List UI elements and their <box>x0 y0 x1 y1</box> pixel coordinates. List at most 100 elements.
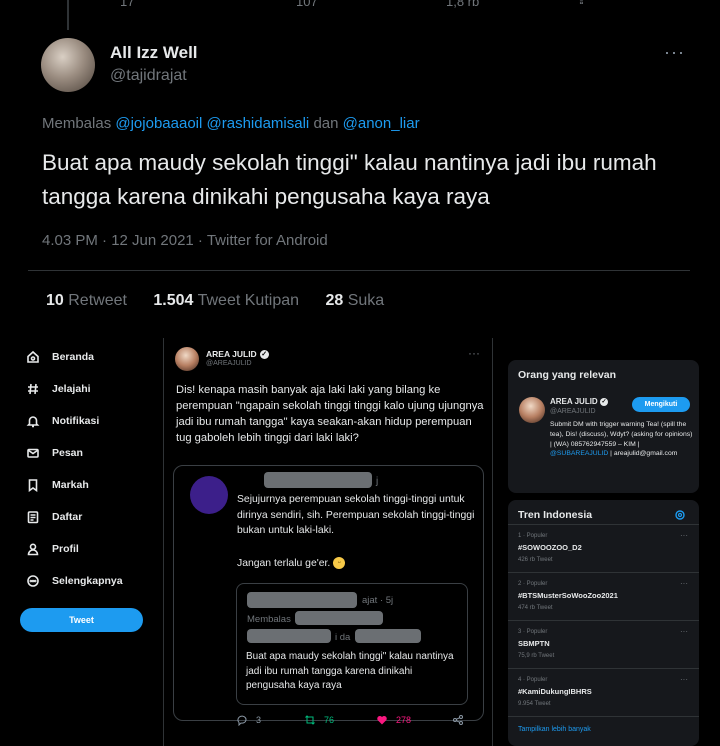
author-handle[interactable]: @AREAJULID <box>206 360 252 367</box>
bookmark-icon <box>26 478 40 493</box>
like-count[interactable]: 1,8 rb <box>446 0 479 9</box>
trend-item[interactable]: 1 · Populer #SOWOOZOO_D2 426 rb Tweet ··… <box>508 524 699 572</box>
sidebar-item-markah[interactable]: Markah <box>26 475 89 495</box>
replying-prefix: Membalas <box>247 614 291 625</box>
tweet-button[interactable]: Tweet <box>20 608 143 632</box>
trend-count: 9.954 Tweet <box>518 701 551 707</box>
panel-title: Tren Indonesia <box>518 509 593 521</box>
quoted-tweet-text-2: Jangan terlalu ge'er. ᵕ <box>237 557 346 569</box>
list-icon <box>26 510 40 524</box>
account-handle[interactable]: @AREAJULID <box>550 408 596 415</box>
replying-prefix: Membalas <box>42 115 112 132</box>
replying-joiner: dan <box>313 115 339 132</box>
previous-tweet-actions: 17 107 1,8 rb ⇪ <box>0 0 720 12</box>
share-icon[interactable]: ⇪ <box>576 0 587 8</box>
trend-meta: 2 · Populer <box>518 581 548 587</box>
trend-meta: 4 · Populer <box>518 677 548 683</box>
sidebar-item-daftar[interactable]: Daftar <box>26 507 82 527</box>
verified-icon: ✓ <box>599 397 608 406</box>
trend-name: SBMPTN <box>518 639 550 648</box>
quoted-tweet[interactable]: j Sejujurnya perempuan sekolah tinggi-ti… <box>173 465 484 721</box>
sidebar-item-label: Beranda <box>52 351 95 363</box>
sidebar-item-label: Selengkapnya <box>52 575 123 587</box>
sidebar-item-beranda[interactable]: Beranda <box>26 347 94 367</box>
relevant-people-panel: Orang yang relevan AREA JULID ✓ @AREAJUL… <box>508 360 699 493</box>
reply-icon <box>237 715 247 726</box>
reply-action[interactable]: 3 <box>236 714 261 726</box>
redacted-mention <box>355 629 421 643</box>
author-name[interactable]: All Izz Well <box>110 43 198 63</box>
main-column: AREA JULID ✓ @AREAJULID ··· Dis! kenapa m… <box>163 338 493 746</box>
retweet-count[interactable]: 107 <box>296 0 318 9</box>
replying-to: Membalas @jojobaaaoil @rashidamisali dan… <box>42 115 420 132</box>
sidebar-item-profil[interactable]: Profil <box>26 539 79 559</box>
quoted-tweet-text: Sejujurnya perempuan sekolah tinggi-ting… <box>237 494 475 536</box>
show-more-link[interactable]: Tampilkan lebih banyak <box>508 716 699 746</box>
tweet-text: Buat apa maudy sekolah tinggi" kalau nan… <box>42 150 657 209</box>
mention-link[interactable]: @rashidamisali <box>207 115 310 132</box>
redacted-name <box>247 592 357 608</box>
avatar[interactable] <box>190 476 228 514</box>
more-circle-icon <box>26 574 40 588</box>
tweet-timestamp[interactable]: 4.03 PM · 12 Jun 2021 · Twitter for Andr… <box>42 232 328 249</box>
bell-icon <box>26 414 40 428</box>
sidebar-item-pesan[interactable]: Pesan <box>26 443 83 463</box>
mention-link[interactable]: @jojobaaaoil <box>115 115 202 132</box>
following-button[interactable]: Mengikuti <box>632 397 690 412</box>
more-options-icon[interactable]: ··· <box>680 627 688 636</box>
hashtag-icon <box>26 382 40 396</box>
mention-link[interactable]: @anon_liar <box>343 115 420 132</box>
trend-item[interactable]: 3 · Populer SBMPTN 75,9 rb Tweet ··· <box>508 620 699 668</box>
sidebar-item-jelajahi[interactable]: Jelajahi <box>26 379 91 399</box>
verified-icon: ✓ <box>259 350 269 360</box>
sidebar-item-notifikasi[interactable]: Notifikasi <box>26 411 99 431</box>
retweet-action[interactable]: 76 <box>304 714 334 726</box>
nested-quoted-tweet[interactable]: ajat · 5j Membalas i da Buat apa maudy s… <box>236 583 468 705</box>
retweet-icon <box>305 715 315 725</box>
avatar[interactable] <box>519 397 545 423</box>
author-handle[interactable]: @tajidrajat <box>110 67 187 85</box>
more-options-icon[interactable]: ··· <box>468 346 480 360</box>
more-options-icon[interactable]: ··· <box>680 579 688 588</box>
nested-tweet-time: ajat · 5j <box>362 595 394 606</box>
trend-name: #KamiDukungIBHRS <box>518 687 592 696</box>
account-name[interactable]: AREA JULID ✓ <box>550 397 608 406</box>
grin-emoji-icon: ᵕ <box>333 557 346 569</box>
heart-icon <box>377 715 387 725</box>
like-stat[interactable]: 28 Suka <box>325 292 384 309</box>
trend-name: #SOWOOZOO_D2 <box>518 543 582 552</box>
sidebar-item-label: Markah <box>52 479 89 491</box>
trend-item[interactable]: 2 · Populer #BTSMusterSoWooZoo2021 474 r… <box>508 572 699 620</box>
gear-icon[interactable] <box>674 509 686 521</box>
sidebar-item-label: Daftar <box>52 511 83 523</box>
more-options-icon[interactable]: ··· <box>680 675 688 684</box>
more-options-icon[interactable]: ··· <box>680 531 688 540</box>
retweet-stat[interactable]: 10 Retweet <box>46 292 127 309</box>
embedded-screenshot: Beranda Jelajahi Notifikasi Pesan Markah… <box>0 338 720 746</box>
sidebar-item-selengkapnya[interactable]: Selengkapnya <box>26 571 123 591</box>
trend-count: 474 rb Tweet <box>518 605 553 611</box>
home-icon <box>26 350 40 364</box>
sidebar-item-label: Jelajahi <box>52 383 91 395</box>
sidebar-item-label: Pesan <box>52 447 83 459</box>
nested-tweet-text: Buat apa maudy sekolah tinggi" kalau nan… <box>246 651 454 691</box>
trend-name: #BTSMusterSoWooZoo2021 <box>518 591 618 600</box>
account-bio: Submit DM with trigger warning Tea! (spi… <box>550 421 693 458</box>
redacted-name <box>264 472 372 488</box>
bio-link[interactable]: @SUBAREAJULID <box>550 450 608 457</box>
avatar[interactable] <box>175 347 199 371</box>
reply-count[interactable]: 17 <box>120 0 134 9</box>
avatar[interactable] <box>41 38 95 92</box>
share-action[interactable] <box>452 714 472 726</box>
redacted-mention <box>247 629 331 643</box>
trend-meta: 3 · Populer <box>518 629 548 635</box>
panel-title: Orang yang relevan <box>518 369 617 381</box>
trend-meta: 1 · Populer <box>518 533 548 539</box>
quote-tweet-stat[interactable]: 1.504 Tweet Kutipan <box>153 292 299 309</box>
trend-item[interactable]: 4 · Populer #KamiDukungIBHRS 9.954 Tweet… <box>508 668 699 716</box>
author-name[interactable]: AREA JULID ✓ <box>206 349 269 360</box>
trend-count: 75,9 rb Tweet <box>518 653 555 659</box>
like-action[interactable]: 278 <box>376 714 411 726</box>
person-icon <box>26 542 40 556</box>
more-options-icon[interactable]: ··· <box>664 42 685 63</box>
